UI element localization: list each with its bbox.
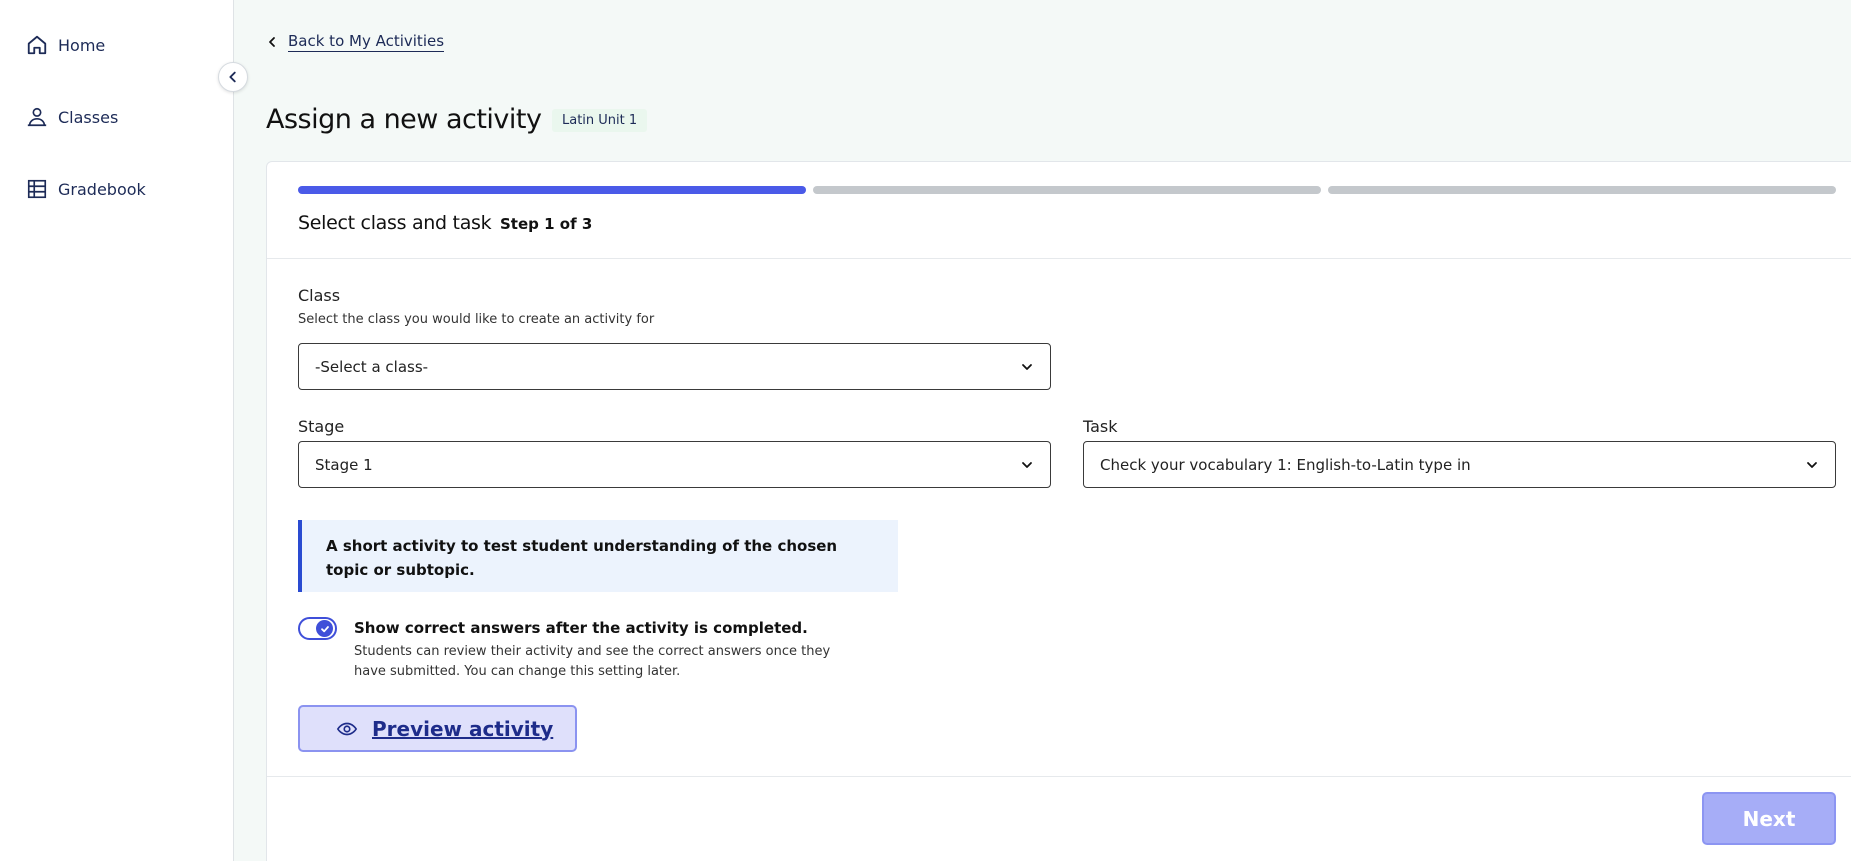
task-select-value: Check your vocabulary 1: English-to-Lati… [1100, 455, 1471, 474]
show-answers-description: Students can review their activity and s… [354, 644, 831, 679]
preview-activity-button[interactable]: Preview activity [298, 705, 577, 752]
sidebar-item-label: Classes [58, 107, 119, 127]
sidebar-item-label: Home [58, 35, 106, 55]
stage-label: Stage [298, 417, 345, 436]
class-hint: Select the class you would like to creat… [298, 312, 655, 327]
progress-segment [298, 186, 806, 194]
classes-icon [27, 107, 47, 127]
progress-segment [1328, 186, 1836, 194]
chevron-down-icon [1807, 461, 1817, 468]
stage-select[interactable]: Stage 1 [298, 441, 1051, 488]
stage-select-value: Stage 1 [315, 455, 373, 474]
sidebar-collapse-button[interactable] [218, 62, 248, 92]
progress-segment [813, 186, 1321, 194]
show-answers-title: Show correct answers after the activity … [354, 619, 808, 637]
sidebar-item-label: Gradebook [58, 179, 146, 199]
show-answers-toggle[interactable] [298, 617, 337, 640]
next-button[interactable]: Next [1702, 792, 1836, 845]
unit-badge: Latin Unit 1 [552, 109, 648, 132]
activity-description: A short activity to test student underst… [298, 520, 898, 592]
eye-icon [336, 722, 358, 735]
check-icon [320, 625, 329, 632]
back-to-activities-link[interactable]: Back to My Activities [266, 32, 445, 52]
toggle-knob [316, 620, 333, 637]
chevron-left-icon [229, 71, 236, 83]
assign-activity-card: Select class and task Step 1 of 3 Class … [266, 161, 1851, 861]
back-link-label: Back to My Activities [288, 32, 445, 52]
sidebar-item-home[interactable]: Home [26, 34, 105, 56]
divider [267, 258, 1851, 259]
chevron-left-icon [269, 37, 275, 47]
preview-activity-label: Preview activity [372, 716, 554, 741]
divider [267, 776, 1851, 777]
step-count: Step 1 of 3 [500, 215, 593, 233]
sidebar: Home Classes Gradebook [0, 0, 234, 861]
class-select-value: -Select a class- [315, 357, 429, 376]
task-label: Task [1083, 417, 1118, 436]
class-select[interactable]: -Select a class- [298, 343, 1051, 390]
class-label: Class [298, 286, 341, 305]
task-select[interactable]: Check your vocabulary 1: English-to-Lati… [1083, 441, 1836, 488]
step-progress-bar [298, 186, 1836, 194]
chevron-down-icon [1022, 363, 1032, 370]
step-title: Select class and task [298, 212, 492, 234]
sidebar-item-classes[interactable]: Classes [26, 106, 118, 128]
chevron-down-icon [1022, 461, 1032, 468]
sidebar-item-gradebook[interactable]: Gradebook [26, 178, 146, 200]
gradebook-icon [27, 179, 47, 199]
page-title: Assign a new activity [266, 104, 542, 135]
home-icon [27, 35, 47, 55]
